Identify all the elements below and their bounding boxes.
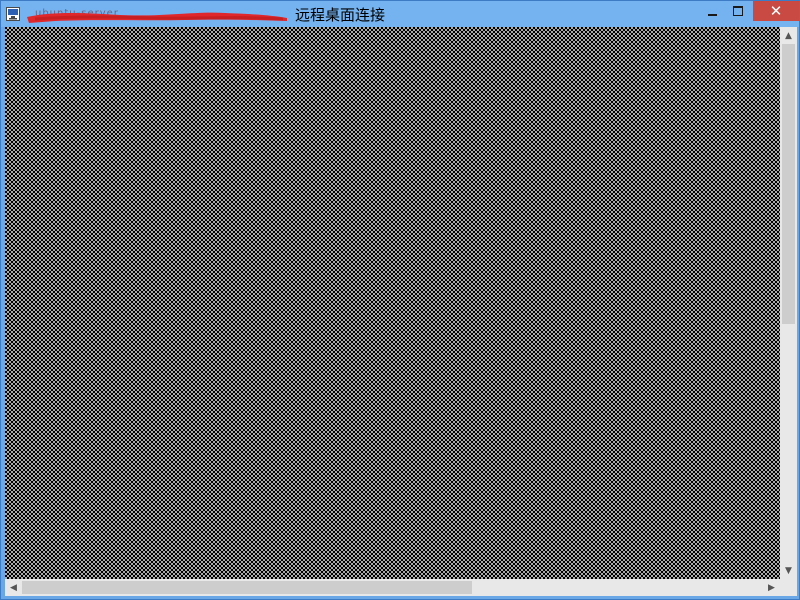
scrollbar-corner: [780, 579, 797, 596]
title-bar[interactable]: ubuntu-server 远程桌面连接 ✕: [1, 1, 799, 27]
minimize-button[interactable]: [699, 1, 725, 21]
remote-desktop-window: ubuntu-server 远程桌面连接 ✕ ▲ ▼ ◀ ▶: [0, 0, 800, 600]
maximize-button[interactable]: [725, 1, 751, 21]
chevron-down-icon[interactable]: ▼: [780, 562, 797, 579]
remote-desktop-viewport[interactable]: [5, 27, 780, 579]
chevron-left-icon[interactable]: ◀: [5, 579, 22, 596]
horizontal-scrollbar[interactable]: ◀ ▶: [5, 579, 780, 596]
chevron-right-icon[interactable]: ▶: [763, 579, 780, 596]
window-title: 远程桌面连接: [295, 6, 386, 24]
vertical-scroll-thumb[interactable]: [782, 44, 795, 324]
maximize-icon: [733, 6, 743, 16]
horizontal-scroll-thumb[interactable]: [22, 581, 472, 594]
chevron-up-icon[interactable]: ▲: [780, 27, 797, 44]
remote-desktop-icon: [6, 7, 20, 21]
redaction-mark: [27, 12, 287, 23]
close-button[interactable]: ✕: [753, 1, 799, 21]
vertical-scrollbar[interactable]: ▲ ▼: [780, 27, 797, 579]
minimize-icon: [707, 14, 717, 16]
close-icon: ✕: [769, 2, 783, 20]
